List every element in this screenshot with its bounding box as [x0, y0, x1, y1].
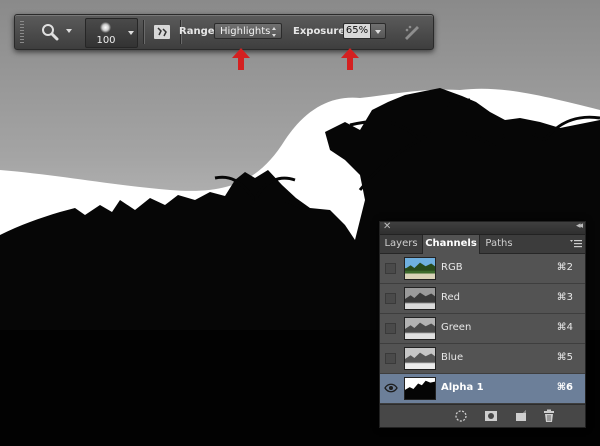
close-icon[interactable]: ✕ — [383, 221, 391, 232]
channel-name: Red — [441, 292, 460, 303]
panel-footer — [380, 404, 585, 427]
brush-size-value: 100 — [96, 35, 116, 46]
annotation-arrow-up-icon — [341, 48, 359, 70]
channel-thumbnail — [404, 317, 436, 340]
channel-thumbnail — [404, 347, 436, 370]
exposure-input[interactable]: 65% — [343, 23, 371, 39]
tab-channels[interactable]: Channels — [422, 235, 480, 254]
channels-panel: ✕ ◂◂ Layers Channels Paths RGB ⌘2 Red ⌘3… — [379, 221, 586, 428]
tool-preset-chevron-down-icon[interactable] — [66, 29, 72, 33]
range-label: Range: — [179, 26, 219, 37]
panel-menu-icon[interactable] — [570, 239, 582, 249]
visibility-toggle[interactable] — [385, 323, 396, 334]
tool-options-bar: 100 Range: Highlights Exposure: 65% — [14, 14, 434, 50]
channel-shortcut: ⌘5 — [556, 352, 573, 363]
zoom-magnifier-icon[interactable] — [40, 23, 60, 41]
eye-icon[interactable] — [384, 383, 398, 393]
channel-thumbnail — [404, 287, 436, 310]
delete-icon[interactable] — [542, 409, 556, 423]
new-channel-icon[interactable] — [514, 409, 528, 423]
annotation-arrow-up-icon — [232, 48, 250, 70]
updown-arrows-icon — [272, 27, 277, 37]
channel-name: Alpha 1 — [441, 382, 484, 393]
channel-row-rgb[interactable]: RGB ⌘2 — [380, 254, 585, 284]
exposure-label: Exposure: — [293, 26, 350, 37]
visibility-toggle[interactable] — [385, 263, 396, 274]
range-select-value: Highlights — [220, 26, 271, 37]
brush-preset-dropdown[interactable] — [125, 18, 138, 48]
channel-row-green[interactable]: Green ⌘4 — [380, 314, 585, 344]
channel-row-alpha-1[interactable]: Alpha 1 ⌘6 — [380, 374, 585, 404]
exposure-slider-dropdown[interactable] — [371, 23, 386, 39]
channel-thumbnail — [404, 377, 436, 400]
visibility-toggle[interactable] — [385, 293, 396, 304]
channel-name: Green — [441, 322, 472, 333]
channel-name: RGB — [441, 262, 463, 273]
separator — [143, 20, 144, 44]
panel-title-strip: ✕ ◂◂ — [380, 221, 585, 235]
range-select[interactable]: Highlights — [214, 23, 282, 39]
collapse-panel-icon[interactable]: ◂◂ — [576, 221, 583, 231]
visibility-toggle[interactable] — [385, 353, 396, 364]
brush-tip-icon — [100, 22, 111, 33]
airbrush-icon[interactable] — [403, 24, 421, 40]
channel-row-red[interactable]: Red ⌘3 — [380, 284, 585, 314]
load-selection-icon[interactable] — [454, 409, 468, 423]
tab-layers[interactable]: Layers — [380, 235, 422, 253]
channel-shortcut: ⌘2 — [556, 262, 573, 273]
channel-shortcut: ⌘3 — [556, 292, 573, 303]
tab-paths[interactable]: Paths — [480, 235, 518, 253]
channel-shortcut: ⌘4 — [556, 322, 573, 333]
panel-tab-bar: Layers Channels Paths — [380, 235, 585, 254]
channel-shortcut: ⌘6 — [556, 382, 573, 393]
channel-row-blue[interactable]: Blue ⌘5 — [380, 344, 585, 374]
options-bar-grip[interactable] — [20, 21, 24, 43]
save-selection-icon[interactable] — [484, 409, 498, 423]
channel-name: Blue — [441, 352, 464, 363]
channel-thumbnail — [404, 257, 436, 280]
brush-preset-picker[interactable]: 100 — [85, 18, 127, 48]
brush-panel-icon[interactable] — [152, 22, 172, 42]
